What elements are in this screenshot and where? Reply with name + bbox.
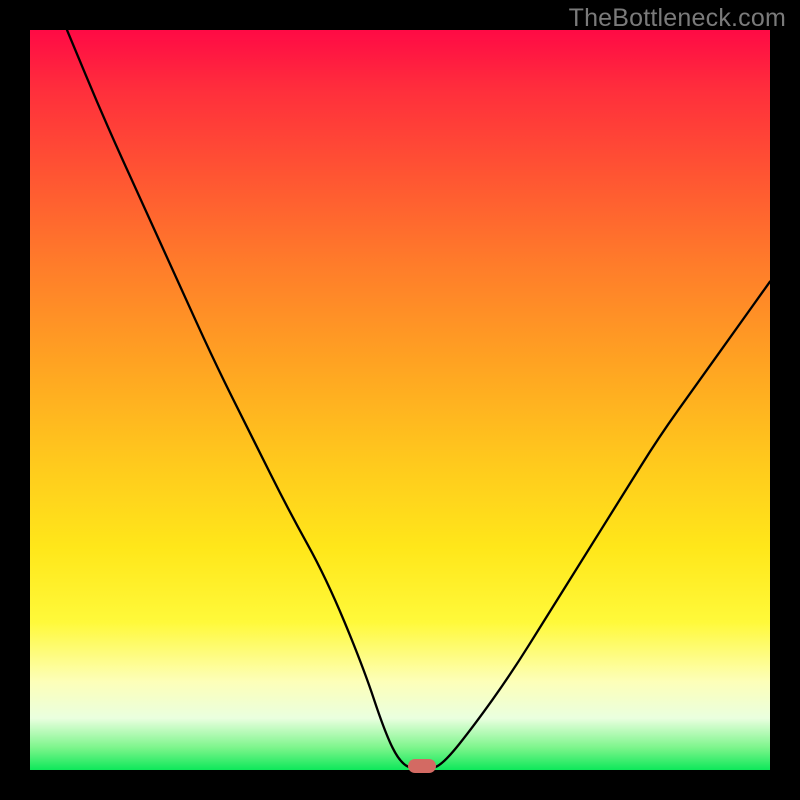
plot-area bbox=[30, 30, 770, 770]
optimal-marker bbox=[408, 759, 436, 773]
chart-container: TheBottleneck.com bbox=[0, 0, 800, 800]
watermark-label: TheBottleneck.com bbox=[569, 4, 786, 33]
bottleneck-curve bbox=[30, 30, 770, 770]
